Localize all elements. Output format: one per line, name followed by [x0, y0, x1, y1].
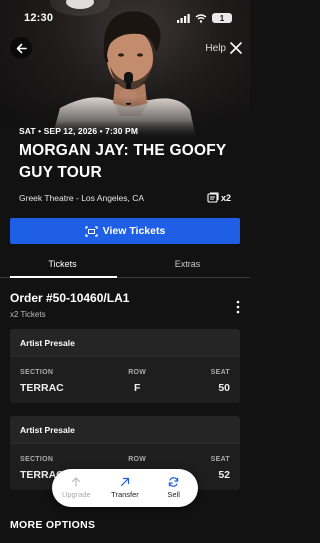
order-header: Order #50-10460/LA1 x2 Tickets: [10, 291, 242, 319]
seat-value: 50: [218, 382, 230, 394]
help-close-group: Help: [205, 37, 242, 59]
tab-extras[interactable]: Extras: [125, 250, 250, 277]
back-button[interactable]: [10, 37, 32, 59]
arrow-left-icon: [16, 43, 27, 53]
help-link[interactable]: Help: [205, 43, 226, 54]
seat-label: SEAT: [210, 369, 230, 376]
sell-label: Sell: [167, 490, 180, 499]
order-ticket-count: x2 Tickets: [10, 310, 46, 319]
event-title: MORGAN JAY: THE GOOFY GUY TOUR: [19, 142, 227, 181]
transfer-label: Transfer: [111, 490, 139, 499]
ticket-presale-label: Artist Presale: [10, 416, 240, 444]
view-tickets-button[interactable]: View Tickets: [10, 218, 240, 244]
status-time: 12:30: [24, 12, 54, 24]
refresh-icon: [168, 477, 179, 487]
more-options-heading: MORE OPTIONS: [10, 519, 96, 531]
ticket-presale-label: Artist Presale: [10, 329, 240, 357]
seat-column: SEAT 50: [211, 369, 230, 403]
seat-label: SEAT: [210, 456, 230, 463]
status-bar: 12:30 1: [0, 0, 250, 36]
upgrade-button[interactable]: Upgrade: [54, 477, 98, 499]
ticket-card[interactable]: Artist Presale SECTION TERRAC ROW F SEAT…: [10, 329, 240, 403]
arrow-up-right-icon: [120, 477, 130, 487]
row-value: F: [133, 382, 141, 394]
signal-icon: [177, 13, 190, 23]
section-value: TERRAC: [20, 382, 64, 394]
ticket-count-label: x2: [220, 192, 231, 203]
close-icon[interactable]: [230, 42, 242, 54]
section-column: SECTION TERRAC: [20, 369, 64, 403]
tab-bar: Tickets Extras: [0, 250, 250, 278]
transfer-button[interactable]: Transfer: [103, 477, 147, 499]
seat-column: SEAT 52: [211, 456, 230, 490]
event-info: SAT • SEP 12, 2026 • 7:30 PM MORGAN JAY:…: [0, 120, 250, 203]
tickets-icon: [207, 192, 219, 203]
more-vertical-icon[interactable]: [234, 300, 242, 314]
venue-row: Greek Theatre - Los Angeles, CA x2: [19, 192, 231, 203]
row-label: ROW: [128, 369, 147, 376]
venue-name: Greek Theatre - Los Angeles, CA: [19, 192, 145, 203]
event-date: SAT • SEP 12, 2026 • 7:30 PM: [19, 126, 138, 136]
ticket-count: x2: [207, 192, 231, 203]
ticket-seat-info: SECTION TERRAC ROW F SEAT 50: [10, 357, 240, 403]
tab-tickets[interactable]: Tickets: [0, 250, 125, 278]
row-label: ROW: [128, 456, 147, 463]
status-icons: 1: [177, 13, 232, 23]
arrow-up-icon: [72, 477, 81, 487]
row-column: ROW F: [128, 369, 146, 403]
section-label: SECTION: [20, 456, 54, 463]
view-tickets-label: View Tickets: [102, 225, 166, 237]
seat-value: 52: [218, 469, 230, 481]
wifi-icon: [195, 13, 207, 23]
upgrade-label: Upgrade: [61, 490, 91, 499]
ticket-action-bar: Upgrade Transfer Sell: [52, 469, 198, 507]
ticket-scan-icon: [85, 225, 98, 237]
battery-icon: 1: [212, 13, 232, 23]
section-label: SECTION: [20, 369, 54, 376]
order-number: Order #50-10460/LA1: [10, 291, 130, 305]
sell-button[interactable]: Sell: [152, 477, 196, 499]
